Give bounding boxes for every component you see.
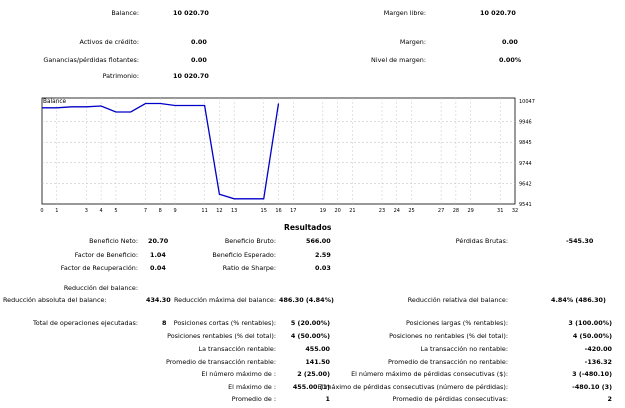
trade-stat-value: 2 (607, 395, 612, 403)
absolute-drawdown-label: Reducción absoluta del balance: (3, 296, 107, 304)
sharpe-ratio-value: 0.03 (315, 264, 331, 272)
expected-payoff-value: 2.59 (315, 251, 331, 259)
gross-loss-value: -545.30 (566, 237, 594, 245)
trade-stat-label: El máximo de pérdidas consecutivas (núme… (317, 383, 508, 391)
max-drawdown-label: Reducción máxima del balance: (174, 296, 276, 304)
x-tick-label: 29 (467, 208, 473, 214)
trade-stat-label: Posiciones cortas (% rentables): (173, 319, 276, 327)
net-profit-value: 20.70 (148, 237, 169, 245)
x-tick-label: 25 (408, 208, 414, 214)
trade-stat-label: Posiciones no rentables (% del total): (389, 332, 508, 340)
x-tick-label: 32 (512, 208, 518, 214)
trade-stat-value: 4 (50.00%) (572, 332, 612, 340)
x-tick-label: 15 (261, 208, 267, 214)
y-tick-label: 9642 (519, 181, 532, 187)
trade-stat-value: 3 (100.00%) (568, 319, 612, 327)
x-tick-label: 4 (100, 208, 103, 214)
x-tick-label: 28 (453, 208, 459, 214)
trade-stat-label: Promedio de transacción no rentable: (387, 358, 508, 366)
recovery-factor-value: 0.04 (150, 264, 166, 272)
trade-stat-label: Promedio de : (231, 395, 276, 403)
y-tick-label: 10047 (519, 99, 535, 105)
x-tick-label: 24 (394, 208, 400, 214)
chart-title: Balance (43, 99, 67, 105)
x-tick-label: 12 (216, 208, 222, 214)
x-tick-label: 13 (231, 208, 237, 214)
x-tick-label: 5 (114, 208, 117, 214)
x-tick-label: 9 (173, 208, 176, 214)
gross-loss-label: Pérdidas Brutas: (455, 237, 508, 245)
trade-stat-label: El máximo de : (228, 383, 276, 391)
profit-factor-label: Factor de Beneficio: (74, 251, 138, 259)
y-tick-label: 9946 (519, 120, 532, 126)
trade-stat-label: La transacción rentable: (198, 345, 276, 353)
trade-stat-label: Promedio de transacción rentable: (165, 358, 276, 366)
relative-drawdown-value: 4.84% (486.30) (551, 296, 606, 304)
gross-profit-label: Beneficio Bruto: (224, 237, 276, 245)
trade-stat-label: El número máximo de : (201, 370, 276, 378)
trade-stat-value: -480.10 (3) (572, 383, 612, 391)
x-tick-label: 11 (201, 208, 207, 214)
x-tick-label: 21 (349, 208, 355, 214)
drawdown-title: Reducción del balance: (63, 284, 138, 292)
y-tick-label: 9541 (519, 202, 532, 208)
profit-factor-value: 1.04 (150, 251, 166, 259)
x-tick-label: 1 (55, 208, 58, 214)
recovery-factor-label: Factor de Recuperación: (60, 264, 138, 272)
y-tick-label: 9845 (519, 140, 532, 146)
x-tick-label: 8 (159, 208, 162, 214)
trade-stat-label: Posiciones largas (% rentables): (406, 319, 508, 327)
trade-stat-label: Posiciones rentables (% del total): (167, 332, 276, 340)
x-tick-label: 17 (290, 208, 296, 214)
max-drawdown-value: 486.30 (4.84%) (279, 296, 334, 304)
x-tick-label: 16 (275, 208, 281, 214)
trade-stat-value: -420.00 (584, 345, 612, 353)
x-tick-label: 20 (334, 208, 340, 214)
y-tick-label: 9744 (519, 161, 532, 167)
x-tick-label: 3 (85, 208, 88, 214)
net-profit-label: Beneficio Neto: (89, 237, 138, 245)
trade-stat-value: 3 (-480.10) (572, 370, 612, 378)
results-title: Resultados (284, 223, 332, 232)
trade-stat-label: La transacción no rentable: (420, 345, 508, 353)
trade-stat-label: El número máximo de pérdidas consecutiva… (351, 370, 508, 378)
balance-chart: 0 1 3 4 5 7 8 9 11 12 13 15 16 17 19 20 21 23 24 25 27 28 29 31… (40, 97, 535, 214)
x-tick-label: 27 (438, 208, 444, 214)
trade-stat-label: Promedio de pérdidas consecutivas: (392, 395, 508, 403)
x-tick-label: 7 (144, 208, 147, 214)
sharpe-ratio-label: Ratio de Sharpe: (222, 264, 276, 272)
absolute-drawdown-value: 434.30 (146, 296, 171, 304)
x-tick-label: 31 (497, 208, 503, 214)
relative-drawdown-label: Reducción relativa del balance: (407, 296, 508, 304)
total-trades-label: Total de operaciones ejecutadas: (32, 319, 138, 327)
expected-payoff-label: Beneficio Esperado: (212, 251, 276, 259)
x-tick-label: 23 (379, 208, 385, 214)
x-tick-label: 19 (320, 208, 326, 214)
x-tick-label: 0 (40, 208, 43, 214)
gross-profit-value: 566.00 (306, 237, 331, 245)
trade-stat-value: -136.32 (584, 358, 612, 366)
